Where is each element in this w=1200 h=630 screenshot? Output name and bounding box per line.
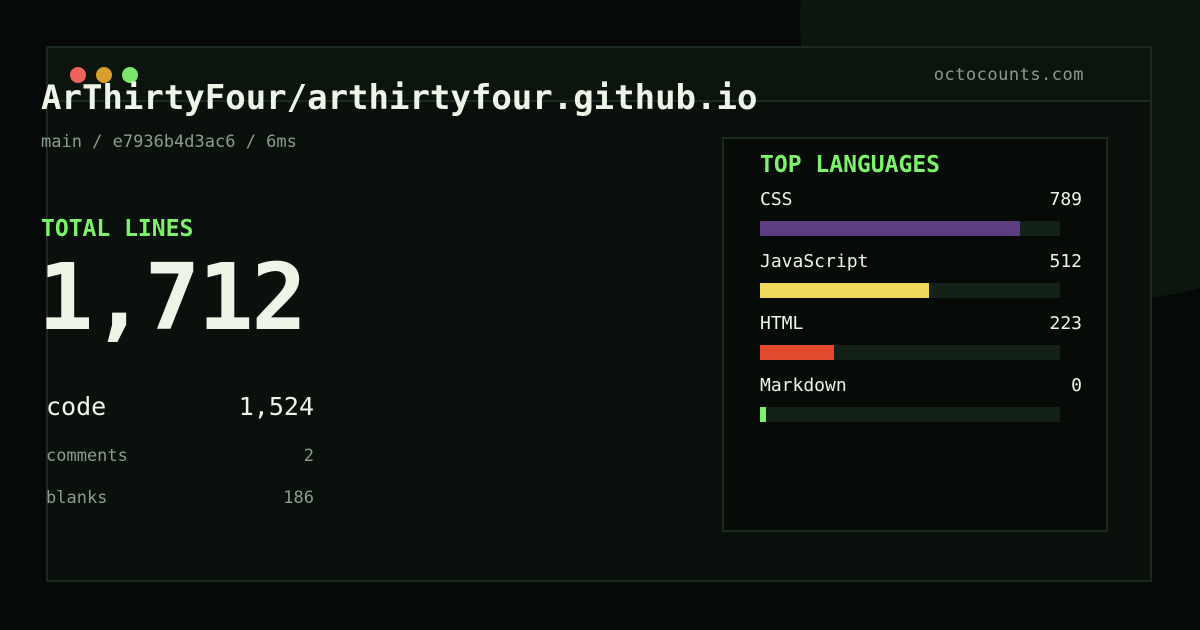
stat-label: comments [46,446,128,466]
language-item-css: CSS 789 [760,189,1082,241]
repo-meta: main / e7936b4d3ac6 / 6ms [41,132,297,152]
language-bar-track [760,345,1060,360]
language-name: HTML [760,313,804,334]
social-card: octocounts.com ArThirtyFour/arthirtyfour… [0,0,1200,630]
stat-value: 1,524 [238,392,314,421]
site-url: octocounts.com [933,65,1084,85]
stat-row-comments: comments 2 [46,446,314,466]
language-item-markdown: Markdown 0 [760,375,1082,427]
language-name: CSS [760,189,793,210]
stat-value: 2 [303,446,314,466]
total-lines-label: TOTAL LINES [41,216,194,242]
language-name: JavaScript [760,251,869,272]
language-count: 789 [1049,189,1082,210]
stat-value: 186 [283,488,314,508]
stat-row-code: code 1,524 [46,392,314,421]
total-lines-value: 1,712 [38,244,307,351]
language-bar-fill [760,283,929,298]
repo-name: ArThirtyFour/arthirtyfour.github.io [41,78,758,118]
language-name: Markdown [760,375,847,396]
stat-label: blanks [46,488,108,508]
top-languages-title: TOP LANGUAGES [760,152,941,178]
language-count: 223 [1049,313,1082,334]
language-item-html: HTML 223 [760,313,1082,365]
stat-row-blanks: blanks 186 [46,488,314,508]
language-bar-fill [760,345,834,360]
language-bar-track [760,407,1060,422]
top-languages-panel: TOP LANGUAGES CSS 789 JavaScript 512 HTM… [722,137,1108,532]
language-bar-fill [760,407,766,422]
language-item-javascript: JavaScript 512 [760,251,1082,303]
stat-label: code [46,392,107,421]
language-count: 512 [1049,251,1082,272]
language-count: 0 [1071,375,1082,396]
language-bar-fill [760,221,1021,236]
language-bar-track [760,221,1060,236]
language-bar-track [760,283,1060,298]
